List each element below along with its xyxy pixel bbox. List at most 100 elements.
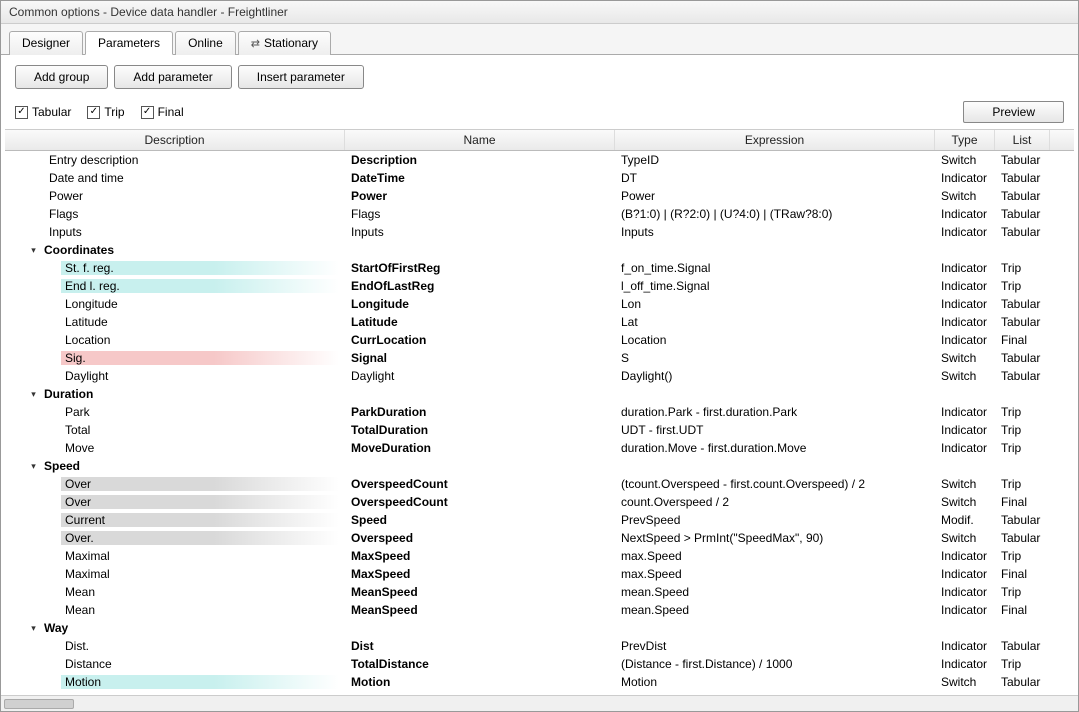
cell-list[interactable]: Trip [995, 441, 1050, 455]
cell-list[interactable]: Tabular [995, 639, 1050, 653]
cell-list[interactable]: Tabular [995, 171, 1050, 185]
table-row[interactable]: LocationCurrLocationLocationIndicatorFin… [5, 331, 1074, 349]
cell-list[interactable]: Final [995, 333, 1050, 347]
table-row[interactable]: TotalTotalDurationUDT - first.UDTIndicat… [5, 421, 1074, 439]
cell-list[interactable]: Trip [995, 405, 1050, 419]
col-description[interactable]: Description [5, 130, 345, 150]
cell-name[interactable]: MoveDuration [345, 441, 615, 455]
cell-expression[interactable]: Lon [615, 297, 935, 311]
expander-icon[interactable]: ▾ [29, 246, 38, 255]
cell-type[interactable]: Modif. [935, 513, 995, 527]
table-row[interactable]: MaximalMaxSpeedmax.SpeedIndicatorFinal [5, 565, 1074, 583]
cell-list[interactable]: Tabular [995, 153, 1050, 167]
cell-name[interactable]: Latitude [345, 315, 615, 329]
cell-description[interactable]: Motion [5, 675, 345, 689]
cell-name[interactable]: MeanSpeed [345, 603, 615, 617]
cell-name[interactable]: DateTime [345, 171, 615, 185]
cell-description[interactable]: Daylight [5, 369, 345, 383]
cell-type[interactable]: Switch [935, 477, 995, 491]
cell-expression[interactable]: max.Speed [615, 549, 935, 563]
cell-name[interactable]: OverspeedCount [345, 477, 615, 491]
cell-description[interactable]: Date and time [5, 171, 345, 185]
tab-designer[interactable]: Designer [9, 31, 83, 55]
cell-list[interactable]: Tabular [995, 675, 1050, 689]
cell-description[interactable]: Entry description [5, 153, 345, 167]
cell-name[interactable]: Flags [345, 207, 615, 221]
cell-description[interactable]: Location [5, 333, 345, 347]
cell-list[interactable]: Trip [995, 261, 1050, 275]
insert-parameter-button[interactable]: Insert parameter [238, 65, 364, 89]
cell-type[interactable]: Indicator [935, 405, 995, 419]
tab-stationary[interactable]: ⇄Stationary [238, 31, 331, 55]
group-row[interactable]: ▾Way [5, 619, 1074, 637]
cell-name[interactable]: Longitude [345, 297, 615, 311]
cell-expression[interactable]: l_off_time.Signal [615, 279, 935, 293]
cell-expression[interactable]: Power [615, 189, 935, 203]
cell-description[interactable]: End l. reg. [5, 279, 345, 293]
table-row[interactable]: MeanMeanSpeedmean.SpeedIndicatorFinal [5, 601, 1074, 619]
cell-expression[interactable]: Motion [615, 675, 935, 689]
cell-expression[interactable]: TypeID [615, 153, 935, 167]
cell-list[interactable]: Tabular [995, 225, 1050, 239]
table-row[interactable]: OverOverspeedCountcount.Overspeed / 2Swi… [5, 493, 1074, 511]
cell-list[interactable]: Tabular [995, 513, 1050, 527]
cell-description[interactable]: Current [5, 513, 345, 527]
cell-name[interactable]: ParkDuration [345, 405, 615, 419]
cell-list[interactable]: Trip [995, 549, 1050, 563]
cell-name[interactable]: TotalDuration [345, 423, 615, 437]
table-row[interactable]: Sig.SignalSSwitchTabular [5, 349, 1074, 367]
table-row[interactable]: MaximalMaxSpeedmax.SpeedIndicatorTrip [5, 547, 1074, 565]
cell-list[interactable]: Tabular [995, 351, 1050, 365]
cell-description[interactable]: Park [5, 405, 345, 419]
tab-parameters[interactable]: Parameters [85, 31, 173, 55]
table-row[interactable]: InputsInputsInputsIndicatorTabular [5, 223, 1074, 241]
col-expression[interactable]: Expression [615, 130, 935, 150]
cell-name[interactable]: MaxSpeed [345, 567, 615, 581]
group-row[interactable]: ▾Speed [5, 457, 1074, 475]
cell-expression[interactable]: PrevSpeed [615, 513, 935, 527]
cell-expression[interactable]: S [615, 351, 935, 365]
check-tabular[interactable]: ✓Tabular [15, 105, 71, 119]
cell-expression[interactable]: mean.Speed [615, 603, 935, 617]
cell-description[interactable]: Dist. [5, 639, 345, 653]
cell-name[interactable]: Speed [345, 513, 615, 527]
cell-list[interactable]: Trip [995, 279, 1050, 293]
cell-name[interactable]: Inputs [345, 225, 615, 239]
cell-type[interactable]: Switch [935, 675, 995, 689]
table-row[interactable]: MeanMeanSpeedmean.SpeedIndicatorTrip [5, 583, 1074, 601]
cell-name[interactable]: OverspeedCount [345, 495, 615, 509]
cell-expression[interactable]: Inputs [615, 225, 935, 239]
cell-type[interactable]: Switch [935, 531, 995, 545]
cell-type[interactable]: Indicator [935, 261, 995, 275]
cell-name[interactable]: StartOfFirstReg [345, 261, 615, 275]
cell-name[interactable]: Motion [345, 675, 615, 689]
cell-expression[interactable]: (tcount.Overspeed - first.count.Overspee… [615, 477, 935, 491]
cell-description[interactable]: Mean [5, 603, 345, 617]
cell-description[interactable]: ▾Speed [5, 459, 345, 473]
cell-expression[interactable]: Lat [615, 315, 935, 329]
cell-name[interactable]: MeanSpeed [345, 585, 615, 599]
cell-name[interactable]: TotalDistance [345, 657, 615, 671]
cell-type[interactable]: Indicator [935, 657, 995, 671]
cell-name[interactable]: CurrLocation [345, 333, 615, 347]
cell-type[interactable]: Switch [935, 189, 995, 203]
cell-list[interactable]: Tabular [995, 369, 1050, 383]
table-row[interactable]: DaylightDaylightDaylight()SwitchTabular [5, 367, 1074, 385]
table-row[interactable]: CurrentSpeedPrevSpeedModif.Tabular [5, 511, 1074, 529]
table-row[interactable]: LongitudeLongitudeLonIndicatorTabular [5, 295, 1074, 313]
cell-description[interactable]: Latitude [5, 315, 345, 329]
expander-icon[interactable]: ▾ [29, 462, 38, 471]
tab-online[interactable]: Online [175, 31, 236, 55]
col-list[interactable]: List [995, 130, 1050, 150]
cell-name[interactable]: Daylight [345, 369, 615, 383]
cell-description[interactable]: ▾Duration [5, 387, 345, 401]
group-row[interactable]: ▾Coordinates [5, 241, 1074, 259]
table-row[interactable]: PowerPowerPowerSwitchTabular [5, 187, 1074, 205]
cell-list[interactable]: Tabular [995, 297, 1050, 311]
cell-list[interactable]: Tabular [995, 531, 1050, 545]
cell-expression[interactable]: duration.Park - first.duration.Park [615, 405, 935, 419]
cell-type[interactable]: Indicator [935, 567, 995, 581]
cell-description[interactable]: Sig. [5, 351, 345, 365]
cell-type[interactable]: Indicator [935, 333, 995, 347]
add-parameter-button[interactable]: Add parameter [114, 65, 231, 89]
